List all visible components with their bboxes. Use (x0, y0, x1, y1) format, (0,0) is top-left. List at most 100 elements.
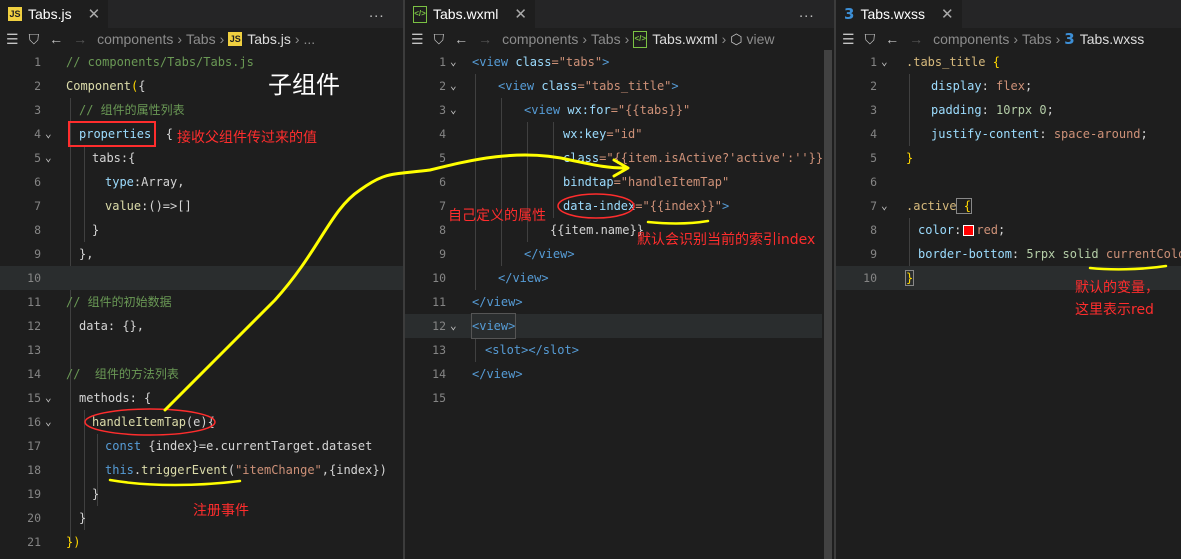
code-line[interactable]: 1 // components/Tabs/Tabs.js (0, 50, 403, 74)
code-line[interactable]: 15 (405, 386, 834, 410)
code-line[interactable]: 13 (0, 338, 403, 362)
forward-arrow-icon[interactable]: → (909, 31, 923, 47)
breadcrumb-item[interactable]: Tabs (1022, 31, 1052, 47)
fold-chevron-icon[interactable]: ⌄ (45, 410, 52, 434)
line-number: 6 (34, 175, 41, 189)
forward-arrow-icon[interactable]: → (73, 31, 87, 47)
code-line[interactable]: 10 </view> (405, 266, 834, 290)
code-line[interactable]: 17 const {index}=e.currentTarget.dataset (0, 434, 403, 458)
code-line[interactable]: 18 this.triggerEvent("itemChange",{index}… (0, 458, 403, 482)
code-text: class="{{item.isActive?'active':''}}" (563, 146, 830, 170)
code-token: { (138, 79, 146, 93)
fold-chevron-icon[interactable]: ⌄ (45, 386, 52, 410)
code-line[interactable]: 8 color: red; (836, 218, 1181, 242)
fold-chevron-icon[interactable]: ⌄ (450, 314, 457, 338)
code-text: </view> (472, 290, 523, 314)
breadcrumb-item[interactable]: components (933, 31, 1009, 47)
code-line[interactable]: 2 Component({ (0, 74, 403, 98)
annotation-child-component: 子组件 (268, 71, 340, 99)
code-token: class (563, 151, 600, 165)
code-editor[interactable]: 1 ⌄ <view class="tabs"> 2 ⌄ <view class="tab… (405, 50, 834, 559)
fold-chevron-icon[interactable]: ⌄ (45, 146, 52, 170)
fold-chevron-icon[interactable]: ⌄ (881, 50, 888, 74)
code-token: display (931, 79, 982, 93)
code-line[interactable]: 16 ⌄ handleItemTap(e){ (0, 410, 403, 434)
code-line[interactable]: 11 // 组件的初始数据 (0, 290, 403, 314)
code-line[interactable]: 2 display: flex; (836, 74, 1181, 98)
code-line[interactable]: 3 padding: 10rpx 0; (836, 98, 1181, 122)
code-line[interactable]: 21}) (0, 530, 403, 554)
bookmark-icon[interactable]: ⛉ (29, 31, 40, 48)
code-line[interactable]: 14 </view> (405, 362, 834, 386)
breadcrumb-item[interactable]: Tabs (591, 31, 621, 47)
breadcrumb-item[interactable]: Tabs.wxss (1080, 31, 1145, 47)
list-icon[interactable]: ☰ (6, 31, 19, 48)
code-line[interactable]: 11 </view> (405, 290, 834, 314)
code-token: } (906, 151, 914, 165)
code-line[interactable]: 9}, (0, 242, 403, 266)
code-line[interactable]: 6 type:Array, (0, 170, 403, 194)
more-actions-icon[interactable]: ... (799, 4, 815, 21)
code-line[interactable]: 9 border-bottom: 5rpx solid currentColor; (836, 242, 1181, 266)
breadcrumb-item[interactable]: components (97, 31, 173, 47)
close-icon[interactable]: ✕ (941, 5, 954, 23)
code-line[interactable]: 3 // 组件的属性列表 (0, 98, 403, 122)
breadcrumb-item[interactable]: Tabs.js (247, 31, 291, 47)
code-line[interactable]: 12 data: {}, (0, 314, 403, 338)
breadcrumb-separator-icon: › (624, 31, 630, 47)
code-text: properties: { (79, 122, 173, 146)
fold-chevron-icon[interactable]: ⌄ (881, 194, 888, 218)
code-line[interactable]: 14 // 组件的方法列表 (0, 362, 403, 386)
bookmark-icon[interactable]: ⛉ (865, 31, 876, 48)
code-line[interactable]: 6 (836, 170, 1181, 194)
code-text: .active { (906, 194, 973, 218)
code-line[interactable]: 13 <slot></slot> (405, 338, 834, 362)
breadcrumb-item[interactable]: components (502, 31, 578, 47)
back-arrow-icon[interactable]: ← (885, 31, 899, 47)
color-swatch[interactable] (963, 225, 975, 236)
fold-chevron-icon[interactable]: ⌄ (45, 122, 52, 146)
code-line[interactable]: 15 ⌄ methods: { (0, 386, 403, 410)
close-icon[interactable]: ✕ (514, 5, 527, 23)
code-line[interactable]: 1 ⌄ <view class="tabs"> (405, 50, 834, 74)
fold-chevron-icon[interactable]: ⌄ (450, 74, 457, 98)
code-token: .tabs_title (906, 55, 986, 69)
breadcrumb-item[interactable]: Tabs.wxml (652, 31, 717, 47)
tab-tabs-wxml[interactable]: </> Tabs.wxml ✕ (405, 0, 535, 28)
code-line[interactable]: 8} (0, 218, 403, 242)
code-line[interactable]: 4 justify-content: space-around; (836, 122, 1181, 146)
code-line[interactable]: 12 ⌄ <view> (405, 313, 834, 339)
tab-tabs-wxss[interactable]: 3 Tabs.wxss ✕ (836, 0, 962, 28)
breadcrumb-item[interactable]: Tabs (186, 31, 216, 47)
list-icon[interactable]: ☰ (411, 31, 424, 48)
more-actions-icon[interactable]: ... (369, 4, 385, 21)
code-line[interactable]: 5 class="{{item.isActive?'active':''}}" (405, 146, 834, 170)
code-token: ="tabs" (551, 55, 603, 69)
scrollbar[interactable] (822, 50, 834, 559)
back-arrow-icon[interactable]: ← (454, 31, 468, 47)
fold-chevron-icon[interactable]: ⌄ (450, 98, 457, 122)
code-line[interactable]: 4 wx:key="id" (405, 122, 834, 146)
tab-bar: 3 Tabs.wxss ✕ (836, 0, 1181, 28)
code-token: > (671, 79, 679, 93)
fold-chevron-icon[interactable]: ⌄ (450, 50, 457, 74)
tab-tabs-js[interactable]: JS Tabs.js ✕ (0, 0, 109, 28)
code-line[interactable]: 6 bindtap="handleItemTap" (405, 170, 834, 194)
breadcrumb-item[interactable]: view (747, 31, 775, 47)
back-arrow-icon[interactable]: ← (49, 31, 63, 47)
code-line[interactable]: 7 ⌄ .active { (836, 194, 1181, 218)
code-token: // 组件的属性列表 (79, 103, 185, 117)
forward-arrow-icon[interactable]: → (478, 31, 492, 47)
list-icon[interactable]: ☰ (842, 31, 855, 48)
code-line[interactable]: 2 ⌄ <view class="tabs_title"> (405, 74, 834, 98)
close-icon[interactable]: ✕ (88, 5, 101, 23)
breadcrumb-item[interactable]: ... (304, 31, 316, 47)
code-text: } (92, 218, 99, 242)
bookmark-icon[interactable]: ⛉ (434, 31, 445, 48)
code-line[interactable]: 1 ⌄ .tabs_title { (836, 50, 1181, 74)
code-line[interactable]: 10 (0, 266, 403, 290)
code-line[interactable]: 7 value:()=>[] (0, 194, 403, 218)
code-line[interactable]: 5} (836, 146, 1181, 170)
code-line[interactable]: 3 ⌄ <view wx:for="{{tabs}}" (405, 98, 834, 122)
code-line[interactable]: 5 ⌄ tabs:{ (0, 146, 403, 170)
